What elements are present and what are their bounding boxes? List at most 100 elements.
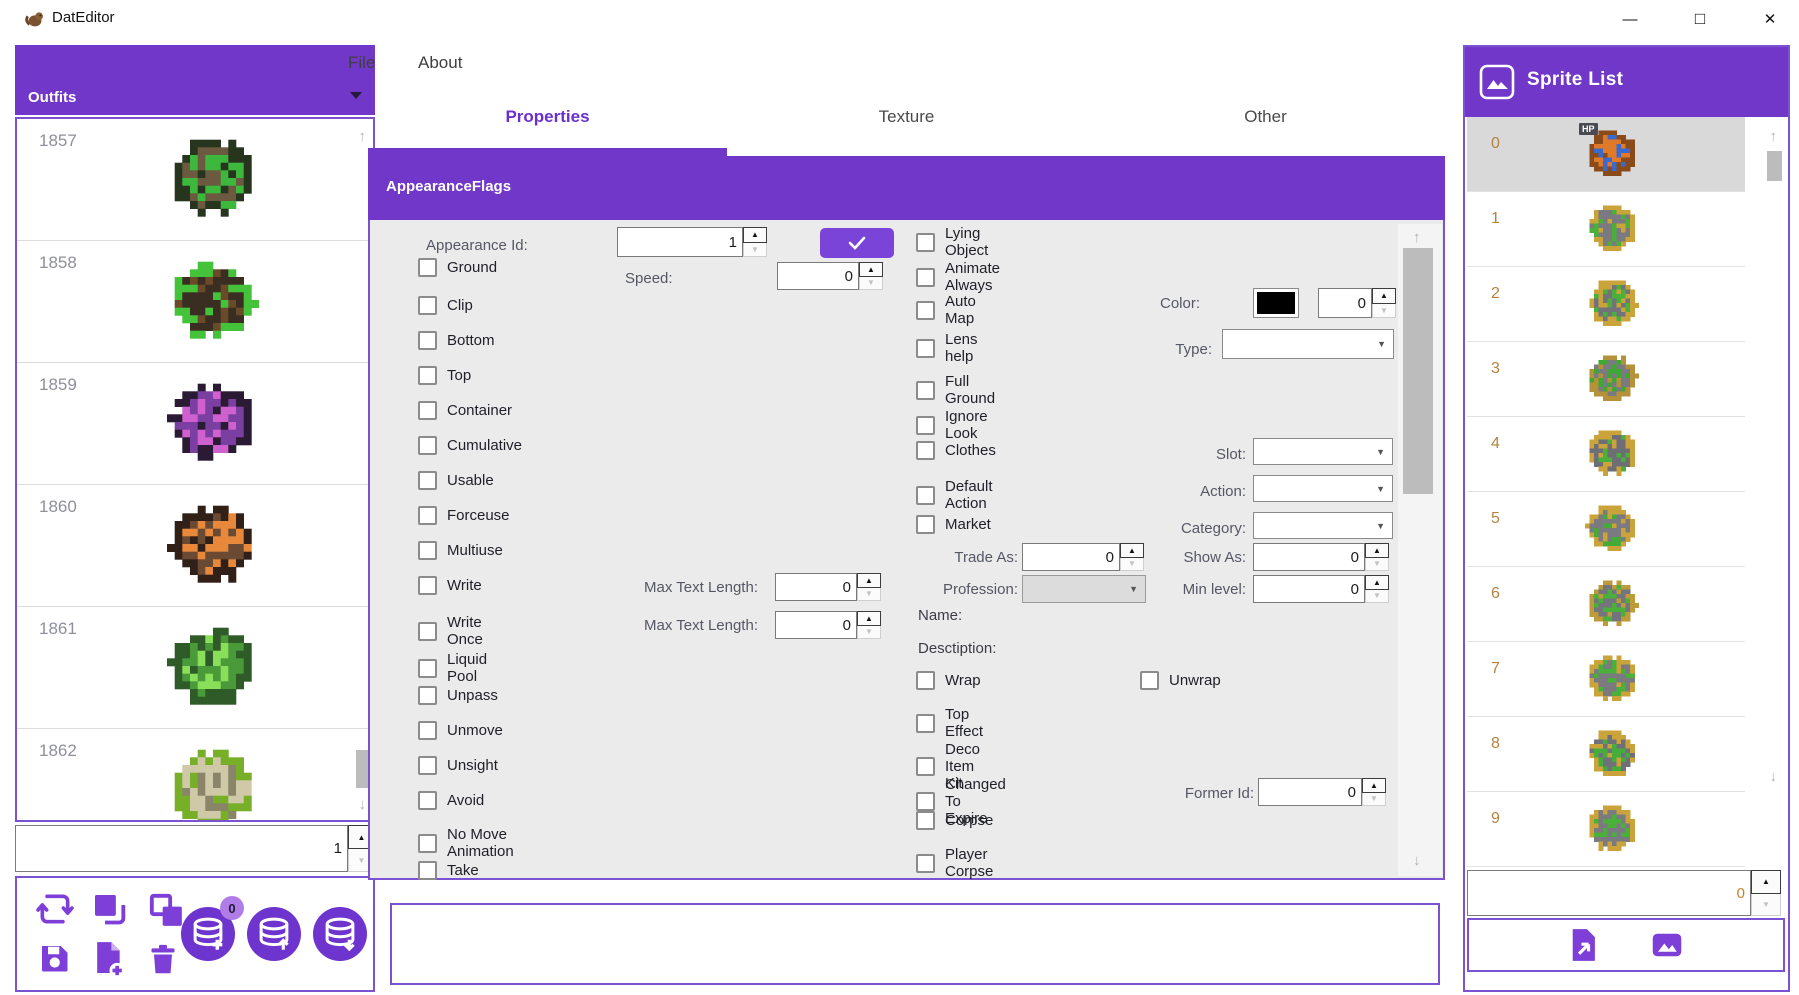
show_as-input[interactable]: 0 [1253, 543, 1365, 571]
spinner-down-icon[interactable]: ▼ [1751, 894, 1781, 917]
checkbox[interactable] [916, 757, 935, 776]
tab-properties[interactable]: Properties [368, 97, 727, 137]
checkbox[interactable] [418, 436, 437, 455]
copy-icon[interactable] [89, 890, 131, 930]
checkbox[interactable] [418, 756, 437, 775]
color_value-spinner[interactable]: ▲▼ [1372, 288, 1396, 318]
outfit-list-item[interactable]: 1859 [17, 363, 373, 485]
spinner-up-icon[interactable]: ▲ [1372, 288, 1396, 304]
scroll-down-icon[interactable]: ↓ [359, 797, 367, 812]
checkbox[interactable] [916, 671, 935, 690]
former_id-spinner[interactable]: ▲▼ [1362, 778, 1386, 806]
menu-about[interactable]: About [418, 53, 462, 73]
scrollbar-thumb[interactable] [1767, 151, 1782, 181]
checkbox[interactable] [418, 659, 437, 678]
sprite-list-item[interactable]: 8 [1467, 717, 1745, 792]
sprite-counter-input[interactable]: 0 [1467, 870, 1751, 916]
spinner-down-icon[interactable]: ▼ [857, 626, 881, 640]
appearance_id-spinner[interactable]: ▲▼ [743, 227, 767, 257]
speed-spinner[interactable]: ▲▼ [859, 262, 883, 290]
close-button[interactable]: ✕ [1742, 0, 1798, 38]
outfit-list[interactable]: 185718581859186018611862 ↑ ↓ [15, 117, 375, 822]
checkbox[interactable] [916, 811, 935, 830]
max_text_length_2-input[interactable]: 0 [775, 611, 857, 639]
paste-icon[interactable] [145, 890, 187, 930]
checkbox[interactable] [418, 296, 437, 315]
minimize-button[interactable]: — [1602, 0, 1658, 38]
tab-other[interactable]: Other [1086, 97, 1445, 137]
checkbox[interactable] [418, 366, 437, 385]
trade_as-input[interactable]: 0 [1022, 543, 1120, 571]
scroll-down-icon[interactable]: ↓ [1770, 769, 1778, 784]
save-icon[interactable] [35, 940, 73, 976]
slot-dropdown[interactable]: ▼ [1253, 438, 1393, 465]
sprite-list-item[interactable]: 5 [1467, 492, 1745, 567]
spinner-up-icon[interactable]: ▲ [1365, 575, 1389, 590]
checkbox[interactable] [916, 416, 935, 435]
spinner-up-icon[interactable]: ▲ [1365, 543, 1389, 558]
checkbox[interactable] [418, 834, 437, 853]
spinner-up-icon[interactable]: ▲ [857, 573, 881, 588]
color_value-input[interactable]: 0 [1318, 288, 1372, 318]
outfit-list-item[interactable]: 1857 [17, 119, 373, 241]
spinner-down-icon[interactable]: ▼ [859, 277, 883, 291]
min_level-spinner[interactable]: ▲▼ [1365, 575, 1389, 603]
status-textarea[interactable] [390, 903, 1440, 985]
outfit-list-item[interactable]: 1862 [17, 729, 373, 822]
checkbox[interactable] [418, 506, 437, 525]
max_text_length_2-spinner[interactable]: ▲▼ [857, 611, 881, 639]
checkbox[interactable] [418, 622, 437, 641]
checkbox[interactable] [418, 576, 437, 595]
max_text_length_1-spinner[interactable]: ▲▼ [857, 573, 881, 601]
checkbox[interactable] [916, 301, 935, 320]
checkbox[interactable] [418, 791, 437, 810]
properties-scrollbar[interactable]: ↑ ↓ [1398, 224, 1442, 876]
action-dropdown[interactable]: ▼ [1253, 475, 1393, 502]
checkbox[interactable] [916, 515, 935, 534]
sprite-list-item[interactable]: 9 [1467, 792, 1745, 867]
checkbox[interactable] [916, 339, 935, 358]
spinner-up-icon[interactable]: ▲ [1751, 870, 1781, 894]
sprite-counter-spinner[interactable]: ▲ ▼ [1751, 870, 1781, 916]
scrollbar-thumb[interactable] [1403, 248, 1433, 494]
outfit-list-item[interactable]: 1861 [17, 607, 373, 729]
checkbox[interactable] [1140, 671, 1159, 690]
checkbox[interactable] [916, 486, 935, 505]
color-swatch[interactable] [1253, 288, 1299, 318]
spinner-down-icon[interactable]: ▼ [1372, 304, 1396, 319]
spinner-up-icon[interactable]: ▲ [1362, 778, 1386, 793]
swap-icon[interactable] [35, 890, 75, 928]
sprite-list-item[interactable]: 7 [1467, 642, 1745, 717]
outfit-list-item[interactable]: 1858 [17, 241, 373, 363]
sprite-list-item[interactable]: 6 [1467, 567, 1745, 642]
checkbox[interactable] [418, 471, 437, 490]
checkbox[interactable] [916, 233, 935, 252]
maximize-button[interactable]: □ [1672, 0, 1728, 38]
spinner-down-icon[interactable]: ▼ [743, 243, 767, 258]
file-export-icon[interactable] [1564, 925, 1602, 965]
show_as-spinner[interactable]: ▲▼ [1365, 543, 1389, 571]
type-dropdown[interactable]: ▼ [1222, 329, 1394, 359]
spinner-up-icon[interactable]: ▲ [859, 262, 883, 277]
category-dropdown[interactable]: ▼ [1253, 512, 1393, 539]
checkbox[interactable] [916, 268, 935, 287]
tab-texture[interactable]: Texture [727, 97, 1086, 137]
checkbox[interactable] [418, 721, 437, 740]
sprite-list-item[interactable]: 3 [1467, 342, 1745, 417]
checkbox[interactable] [916, 381, 935, 400]
checkbox[interactable] [916, 714, 935, 733]
checkbox[interactable] [418, 258, 437, 277]
sprite-list[interactable]: 0HP123456789 ↑ ↓ [1467, 117, 1786, 870]
appearance_id-input[interactable]: 1 [617, 227, 743, 257]
spinner-down-icon[interactable]: ▼ [1362, 793, 1386, 807]
scroll-down-icon[interactable]: ↓ [1413, 853, 1421, 868]
file-add-icon[interactable] [87, 938, 129, 978]
sprite-list-item[interactable]: 4 [1467, 417, 1745, 492]
outfits-header[interactable]: Outfits [15, 45, 375, 115]
scroll-up-icon[interactable]: ↑ [1413, 230, 1421, 245]
checkbox[interactable] [916, 854, 935, 873]
checkbox[interactable] [916, 441, 935, 460]
min_level-input[interactable]: 0 [1253, 575, 1365, 603]
checkbox[interactable] [418, 401, 437, 420]
outfit-counter-input[interactable]: 1 [15, 825, 348, 872]
